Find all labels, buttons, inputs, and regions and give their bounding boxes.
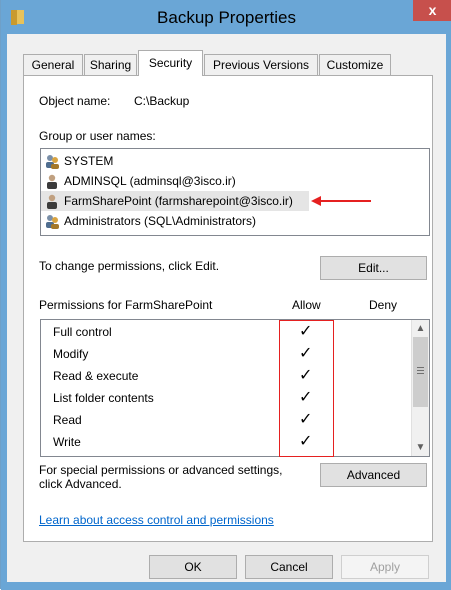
list-item-adminsql[interactable]: ADMINSQL (adminsql@3isco.ir): [45, 171, 236, 191]
window-title: Backup Properties: [157, 8, 296, 27]
edit-button[interactable]: Edit...: [320, 256, 427, 280]
advanced-button[interactable]: Advanced: [320, 463, 427, 487]
tab-previous-versions[interactable]: Previous Versions: [204, 54, 318, 75]
window-frame-right: [446, 34, 451, 590]
permission-modify: Modify: [53, 347, 89, 361]
learn-more-link[interactable]: Learn about access control and permissio…: [39, 513, 274, 527]
scroll-thumb[interactable]: [413, 337, 428, 407]
user-icon: [47, 195, 57, 210]
permission-read-execute: Read & execute: [53, 369, 139, 383]
close-button[interactable]: x: [413, 0, 451, 21]
list-item-administrators[interactable]: Administrators (SQL\Administrators): [45, 211, 256, 231]
change-permissions-text: To change permissions, click Edit.: [39, 259, 220, 273]
permission-list-folder-contents: List folder contents: [53, 391, 154, 405]
properties-window: Backup Properties x General Sharing Secu…: [0, 0, 451, 590]
object-name-label: Object name:: [39, 94, 111, 108]
special-permissions-text-2: click Advanced.: [39, 477, 122, 491]
group-icon: [46, 215, 59, 230]
tab-general[interactable]: General: [23, 54, 83, 75]
special-permissions-text-1: For special permissions or advanced sett…: [39, 463, 283, 477]
group-user-list[interactable]: SYSTEM ADMINSQL (adminsql@3isco.ir) Farm…: [40, 148, 430, 236]
tab-security[interactable]: Security: [138, 50, 203, 76]
title-bar[interactable]: Backup Properties x: [1, 0, 451, 34]
group-icon: [46, 155, 59, 170]
security-panel: Object name: C:\Backup Group or user nam…: [23, 75, 433, 542]
permissions-for-label: Permissions for FarmSharePoint: [39, 298, 213, 312]
user-icon: [47, 175, 57, 190]
red-arrow-annotation: [311, 196, 371, 206]
list-item-farmsharepoint[interactable]: FarmSharePoint (farmsharepoint@3isco.ir): [41, 191, 309, 211]
scroll-up-icon[interactable]: ▲: [412, 320, 429, 337]
user-label: Administrators (SQL\Administrators): [64, 214, 257, 228]
permissions-list[interactable]: Full control Modify Read & execute List …: [40, 319, 430, 457]
tab-sharing[interactable]: Sharing: [84, 54, 137, 75]
group-names-label: Group or user names:: [39, 129, 156, 143]
list-item-system[interactable]: SYSTEM: [45, 151, 113, 171]
user-label: ADMINSQL (adminsql@3isco.ir): [64, 174, 236, 188]
permission-full-control: Full control: [53, 325, 112, 339]
scroll-down-icon[interactable]: ▼: [412, 439, 429, 456]
user-label: SYSTEM: [64, 154, 114, 168]
permission-read: Read: [53, 413, 82, 427]
object-name-value: C:\Backup: [134, 94, 190, 108]
deny-header: Deny: [369, 298, 398, 312]
cancel-button[interactable]: Cancel: [245, 555, 333, 579]
permissions-scrollbar[interactable]: ▲ ▼: [411, 320, 429, 456]
ok-button[interactable]: OK: [149, 555, 237, 579]
apply-button[interactable]: Apply: [341, 555, 429, 579]
allow-column-highlight: [279, 320, 334, 457]
window-frame-left: [1, 34, 7, 590]
window-frame-bottom: [1, 582, 451, 590]
tab-customize[interactable]: Customize: [319, 54, 391, 75]
allow-header: Allow: [292, 298, 321, 312]
user-label: FarmSharePoint (farmsharepoint@3isco.ir): [64, 194, 293, 208]
permission-write: Write: [53, 435, 81, 449]
